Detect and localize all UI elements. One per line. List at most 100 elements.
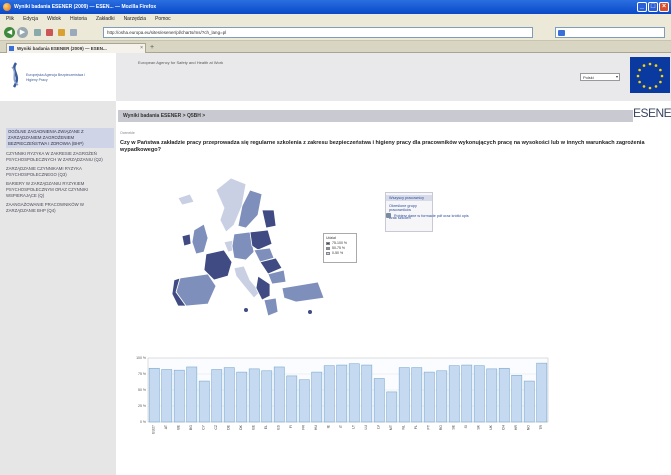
bar [511,375,523,423]
x-tick-label: BE [176,424,180,429]
europe-map[interactable] [146,170,326,332]
left-column [0,53,116,475]
x-tick-label: UK [489,424,493,430]
sidebar-item-psychosocial-management[interactable]: ZARZĄDZANIE CZYNNIKAMI RYZYKA PSYCHOSPOŁ… [6,166,114,178]
legend-label: 75-100 % [332,241,347,245]
x-tick-label: RO [439,425,443,431]
menu-item-view[interactable]: Widok [47,16,61,22]
menu-item-help[interactable]: Pomoc [155,16,171,22]
sidebar-item-barriers[interactable]: BARIERY W ZARZĄDZANIU RYZYKIEM PSYCHOSPO… [6,181,114,199]
bar [523,380,535,423]
agency-logo-icon [11,62,19,88]
menu-item-file[interactable]: Plik [6,16,14,22]
legend-swatch [326,246,330,250]
x-tick-label: CY [201,424,205,430]
bar [223,367,235,423]
option-all-employees[interactable]: Wszyscy pracownicy [386,195,432,201]
menu-item-tools[interactable]: Narzędzia [124,16,147,22]
legend-swatch [326,251,330,255]
bar [448,365,460,423]
bar [311,371,323,423]
search-input[interactable] [555,27,665,38]
x-tick-label: SK [476,424,480,429]
header-slogan: European Agency for Safety and Health at… [138,60,224,65]
language-select[interactable]: Polski ▾ [580,73,620,81]
answer-options: Wszyscy pracownicy Określone grupy praco… [385,192,433,232]
pdf-link-text: Pobierz dane w formacie pdf oraz krótki … [394,213,469,218]
close-button[interactable]: × [659,2,669,12]
pdf-icon [386,213,391,218]
tab-label: Wyniki badania ESENER (2009) — ESEN... [17,46,107,51]
sidebar-item-worker-participation[interactable]: ZAANGAŻOWANIE PRACOWNIKÓW W ZARZĄDZANIE … [6,202,114,214]
sidebar-item-psychosocial-risks[interactable]: CZYNNIKI RYZYKA W ZAKRESIE ZAGROŻEŃ PSYC… [6,151,114,163]
minimize-button[interactable]: _ [637,2,647,12]
tab-esener[interactable]: Wyniki badania ESENER (2009) — ESEN... × [6,43,146,53]
bar [261,370,273,423]
option-some-employees[interactable]: Określone grupy pracowników [386,203,432,213]
bar [386,391,398,423]
maximize-button[interactable]: □ [648,2,658,12]
bar [436,370,448,423]
menu-item-edit[interactable]: Edycja [23,16,38,22]
x-tick-label: HU [314,425,318,431]
sidebar-menu: OGÓLNE ZAGADNIENIA ZWIĄZANE Z ZARZĄDZANI… [6,128,114,217]
window-controls: _ □ × [637,2,669,12]
x-tick-label: ES [276,424,280,429]
bar [236,371,248,423]
menu-item-history[interactable]: Historia [70,16,87,22]
pdf-download-link[interactable]: Pobierz dane w formacie pdf oraz krótki … [386,213,469,218]
x-tick-label: LV [376,424,380,429]
stop-icon[interactable] [46,29,53,36]
esener-logo: ESENER [633,106,671,120]
navigation-toolbar: ◀ ▶ http://osha.europa.eu/sites/esener/p… [0,24,671,41]
x-tick-label: BG [189,425,193,430]
legend-title: Udział [326,236,336,240]
firefox-icon [3,3,11,11]
x-tick-label: IT [339,424,343,428]
agency-name: Europejska Agencja Bezpieczeństwa i Higi… [26,73,85,82]
x-tick-label: CH [501,425,505,431]
x-tick-label: EL [264,425,268,429]
tab-close-icon[interactable]: × [140,45,143,51]
bar [373,378,385,423]
x-tick-label: NO [526,425,530,431]
address-bar[interactable]: http://osha.europa.eu/sites/esener/pl/ch… [103,27,533,38]
bar [398,367,410,423]
forward-arrow-icon[interactable]: ▶ [17,27,28,38]
y-tick-label: 0 % [140,420,146,424]
back-arrow-icon[interactable]: ◀ [4,27,15,38]
url-text: http://osha.europa.eu/sites/esener/pl/ch… [107,30,227,35]
x-tick-label: MT [389,424,393,430]
chevron-down-icon: ▾ [615,74,618,79]
tab-bar: Wyniki badania ESENER (2009) — ESEN... ×… [0,41,671,53]
bar [286,375,298,423]
x-tick-label: EU27 [151,425,155,434]
window-titlebar: Wyniki badania ESENER (2009) — ESEN... —… [0,0,671,14]
bar [298,379,310,423]
language-value: Polski [583,75,594,80]
x-tick-label: IE [326,424,330,428]
bookmark-icon[interactable] [70,29,77,36]
legend-label: 50-75 % [332,246,346,250]
x-tick-label: HR [514,425,518,431]
bar [323,365,335,423]
x-tick-label: NL [401,425,405,430]
x-tick-label: AT [164,424,168,429]
bar [498,367,510,423]
bar [473,365,485,423]
sidebar-item-general[interactable]: OGÓLNE ZAGADNIENIA ZWIĄZANE Z ZARZĄDZANI… [6,128,114,148]
x-tick-label: SE [451,424,455,429]
window-title: Wyniki badania ESENER (2009) — ESEN... —… [14,4,157,10]
small-link[interactable]: Ocenekłe [120,131,135,135]
y-tick-label: 50 % [138,388,146,392]
search-engine-icon[interactable] [558,30,565,36]
menu-item-bookmarks[interactable]: Zakładki [96,16,115,22]
bar [198,380,210,423]
new-tab-icon[interactable]: + [150,44,154,51]
eu-flag-icon [630,57,670,93]
x-tick-label: SI [464,425,468,428]
home-icon[interactable] [58,29,65,36]
x-tick-label: DE [226,424,230,430]
x-tick-label: LT [351,424,355,429]
reload-icon[interactable] [34,29,41,36]
